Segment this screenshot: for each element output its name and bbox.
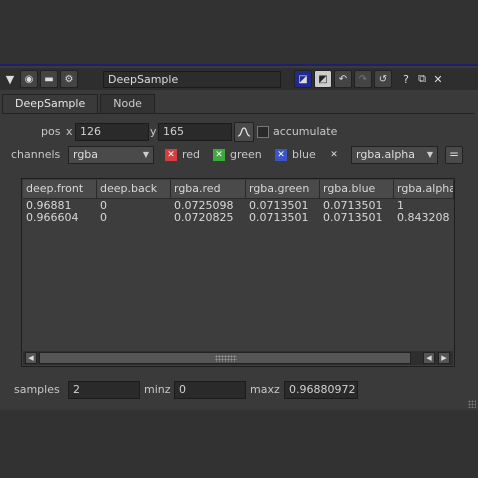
link-button[interactable]: = — [445, 146, 463, 164]
red-channel-label: red — [182, 148, 201, 161]
horizontal-scrollbar[interactable]: ◀ ◀ ▶ — [23, 351, 453, 365]
tab-bar: DeepSample Node — [2, 94, 157, 114]
curve-icon[interactable] — [234, 122, 254, 142]
settings-icon[interactable]: ⚙ — [60, 70, 78, 88]
pos-x-label: x — [66, 125, 73, 138]
undo-icon[interactable]: ↶ — [334, 70, 352, 88]
green-channel-checkbox[interactable]: ✕ — [213, 149, 225, 161]
table-cell: 0 — [100, 212, 107, 224]
green-channel-label: green — [230, 148, 262, 161]
scroll-left-icon[interactable]: ◀ — [25, 352, 37, 364]
minz-field[interactable]: 0 — [174, 381, 246, 399]
column-header[interactable]: rgba.green — [246, 180, 320, 199]
redo-icon[interactable]: ↷ — [354, 70, 372, 88]
maxz-label: maxz — [250, 383, 280, 396]
deepsample-panel: ▼ ◉ ▬ ⚙ DeepSample ◪ ◩ ↶ ↷ ↺ ? ⧉ ✕ DeepS… — [0, 64, 478, 410]
chevron-down-icon: ▼ — [426, 150, 433, 159]
node-name-field[interactable]: DeepSample — [103, 71, 281, 88]
revert-icon[interactable]: ↺ — [374, 70, 392, 88]
color-swatch-icon[interactable]: ◪ — [294, 70, 312, 88]
table-cell: 0.843208 — [397, 212, 450, 224]
close-icon[interactable]: ✕ — [430, 70, 446, 88]
pos-y-label: y — [150, 125, 157, 138]
collapse-arrow-icon[interactable]: ▼ — [2, 70, 18, 88]
column-header[interactable]: rgba.red — [171, 180, 246, 199]
red-channel-checkbox[interactable]: ✕ — [165, 149, 177, 161]
panel-titlebar: ▼ ◉ ▬ ⚙ DeepSample ◪ ◩ ↶ ↷ ↺ ? ⧉ ✕ — [0, 68, 478, 90]
column-header[interactable]: deep.front — [23, 180, 97, 199]
alpha-channel-checkbox[interactable]: ✕ — [328, 149, 340, 161]
scroll-right-icon[interactable]: ▶ — [438, 352, 450, 364]
table-cell: 0.0720825 — [174, 212, 234, 224]
pos-x-input[interactable]: 126 — [75, 123, 149, 141]
chevron-down-icon: ▼ — [142, 150, 149, 159]
grip-icon — [215, 355, 237, 362]
tab-content: pos x 126 y 165 accumulate channels rgba… — [2, 113, 474, 408]
blue-channel-checkbox[interactable]: ✕ — [275, 149, 287, 161]
node-icon[interactable]: ◉ — [20, 70, 38, 88]
sample-table[interactable]: deep.front deep.back rgba.red rgba.green… — [21, 178, 455, 367]
column-header[interactable]: rgba.alpha — [394, 180, 454, 199]
alpha-channel-dropdown[interactable]: rgba.alpha ▼ — [351, 146, 438, 164]
tab-node[interactable]: Node — [100, 94, 155, 113]
column-header[interactable]: deep.back — [97, 180, 171, 199]
table-row[interactable]: 0.966604 0 0.0720825 0.0713501 0.0713501… — [23, 212, 454, 224]
table-cell: 0.96881 — [26, 200, 72, 212]
viewer-icon[interactable]: ▬ — [40, 70, 58, 88]
float-window-icon[interactable]: ⧉ — [414, 70, 430, 88]
table-cell: 0.0713501 — [249, 200, 309, 212]
alpha-channel-selected: rgba.alpha — [356, 148, 416, 161]
table-cell: 0.0713501 — [249, 212, 309, 224]
table-cell: 0.0713501 — [323, 212, 383, 224]
samples-label: samples — [14, 383, 60, 396]
pos-label: pos — [41, 125, 61, 138]
table-cell: 0.966604 — [26, 212, 79, 224]
table-header: deep.front deep.back rgba.red rgba.green… — [23, 180, 454, 199]
color-swatch-2-icon[interactable]: ◩ — [314, 70, 332, 88]
table-row[interactable]: 0.96881 0 0.0725098 0.0713501 0.0713501 … — [23, 200, 454, 212]
table-cell: 0 — [100, 200, 107, 212]
scroll-left-icon[interactable]: ◀ — [423, 352, 435, 364]
minz-label: minz — [144, 383, 171, 396]
help-icon[interactable]: ? — [398, 70, 414, 88]
scrollbar-thumb[interactable] — [39, 352, 411, 364]
samples-field[interactable]: 2 — [68, 381, 140, 399]
resize-grip-icon[interactable] — [468, 400, 476, 408]
accumulate-checkbox[interactable] — [257, 126, 269, 138]
pos-y-input[interactable]: 165 — [158, 123, 232, 141]
maxz-field[interactable]: 0.96880972 — [284, 381, 358, 399]
blue-channel-label: blue — [292, 148, 316, 161]
channels-selected: rgba — [73, 148, 99, 161]
table-cell: 0.0725098 — [174, 200, 234, 212]
column-header[interactable]: rgba.blue — [320, 180, 394, 199]
channels-dropdown[interactable]: rgba ▼ — [68, 146, 154, 164]
tab-deepsample[interactable]: DeepSample — [2, 94, 99, 114]
accumulate-label: accumulate — [273, 125, 338, 138]
link-button-label: = — [448, 147, 460, 161]
table-cell: 0.0713501 — [323, 200, 383, 212]
table-cell: 1 — [397, 200, 404, 212]
channels-label: channels — [11, 148, 61, 161]
